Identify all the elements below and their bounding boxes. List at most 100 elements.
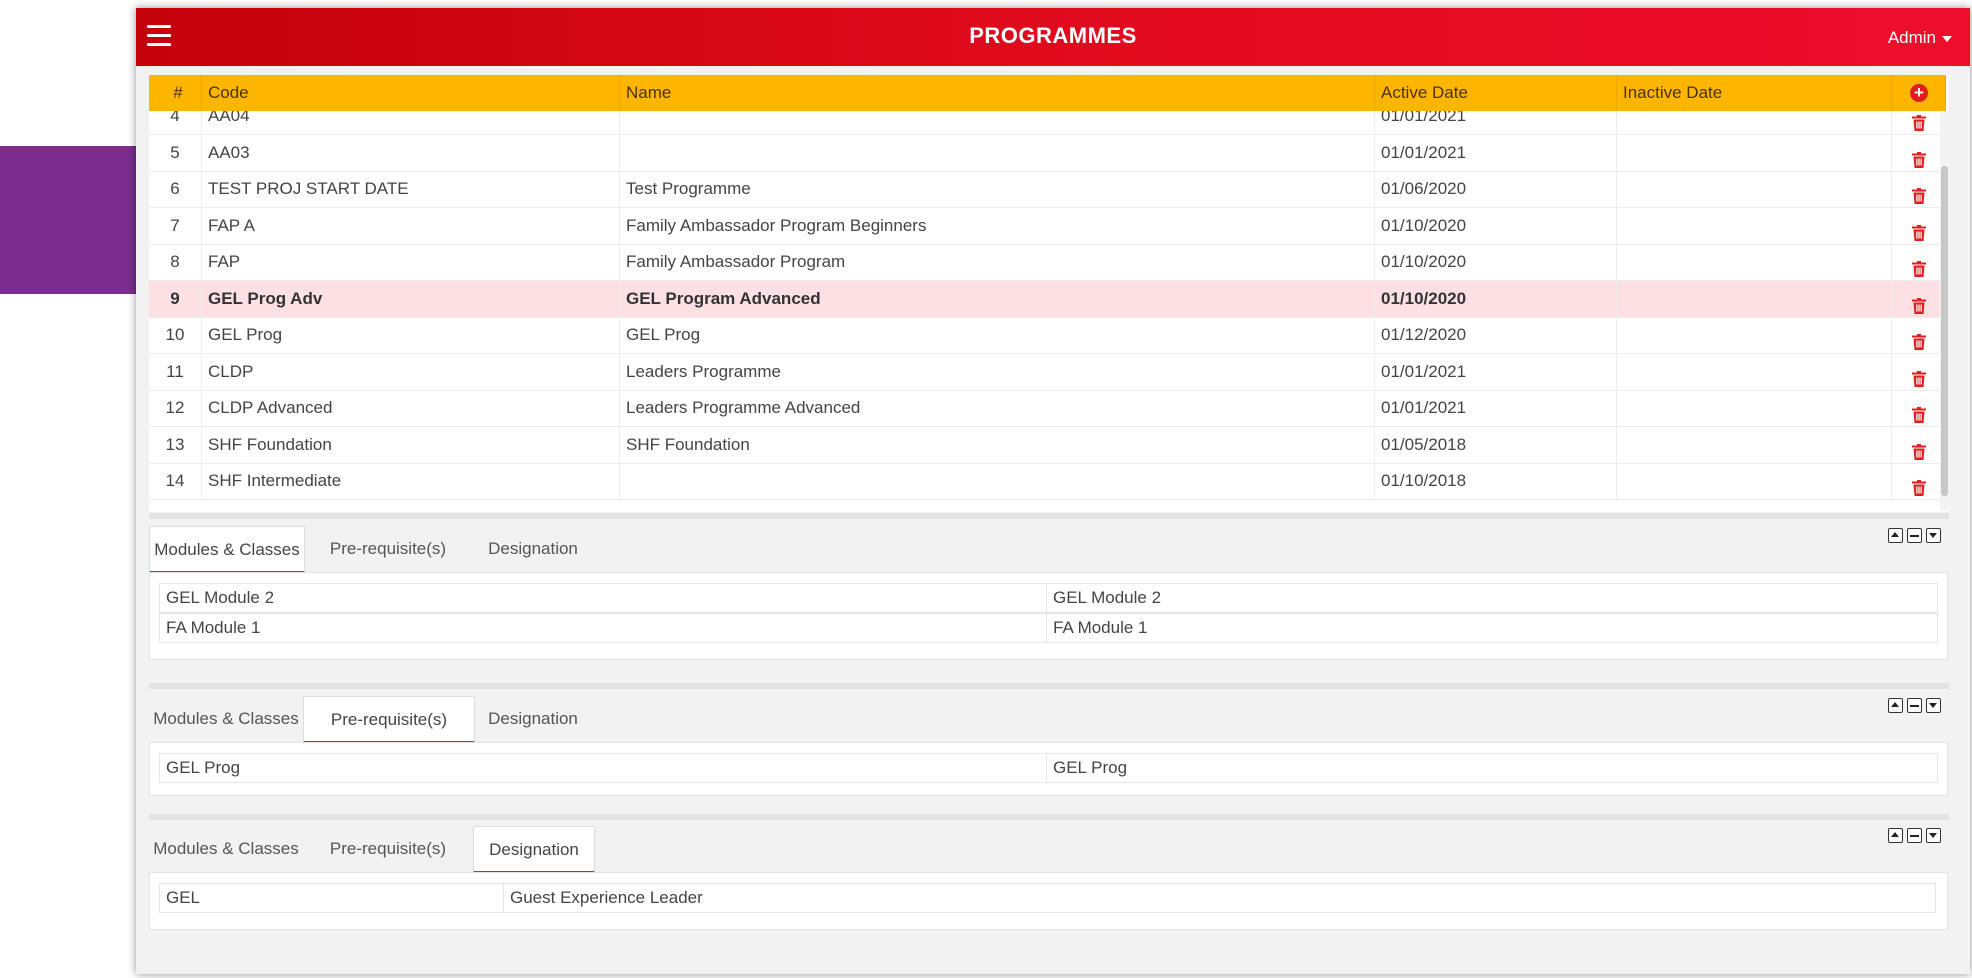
trash-icon[interactable] <box>1912 218 1926 241</box>
list-item[interactable]: FA Module 1 FA Module 1 <box>159 613 1938 643</box>
row-number-cell: 7 <box>149 207 202 244</box>
panel-controls <box>1884 698 1941 718</box>
grid-scrollbar[interactable] <box>1940 111 1949 511</box>
prerequisites-tab-content: GEL Prog GEL Prog <box>149 742 1948 796</box>
minimize-icon[interactable] <box>1907 698 1922 713</box>
move-up-icon[interactable] <box>1888 828 1903 843</box>
move-down-icon[interactable] <box>1926 528 1941 543</box>
list-item[interactable]: GEL Guest Experience Leader <box>159 883 1936 913</box>
name-cell: Family Ambassador Program Beginners <box>620 207 1375 244</box>
inactive-date-cell <box>1617 244 1892 280</box>
delete-cell <box>1892 281 1946 317</box>
row-number-cell: 4 <box>149 111 202 134</box>
tab-modules-classes[interactable]: Modules & Classes <box>149 526 305 573</box>
tab-prerequisites[interactable]: Pre-requisite(s) <box>303 696 475 743</box>
trash-icon[interactable] <box>1912 254 1926 277</box>
active-date-cell: 01/10/2020 <box>1375 244 1617 280</box>
name-cell: GEL Program Advanced <box>620 280 1375 317</box>
table-row[interactable]: 14 SHF Intermediate 01/10/2018 <box>149 463 1946 500</box>
code-cell: CLDP Advanced <box>202 390 620 426</box>
splitter[interactable] <box>149 814 1949 820</box>
user-menu[interactable]: Admin <box>1888 28 1952 48</box>
table-row[interactable]: 12 CLDP Advanced Leaders Programme Advance… <box>149 390 1946 427</box>
add-icon[interactable]: + <box>1910 84 1928 102</box>
active-date-cell: 01/12/2020 <box>1375 317 1617 353</box>
module-cell: GEL Module 2 <box>160 584 1047 612</box>
tab-modules-classes[interactable]: Modules & Classes <box>149 696 303 741</box>
move-up-icon[interactable] <box>1888 528 1903 543</box>
inactive-date-cell <box>1617 463 1892 499</box>
trash-icon[interactable] <box>1912 145 1926 168</box>
name-cell: Leaders Programme Advanced <box>620 390 1375 426</box>
column-header-number[interactable]: # <box>149 75 202 111</box>
inactive-date-cell <box>1617 207 1892 244</box>
table-row[interactable]: 7 FAP A Family Ambassador Program Beginner… <box>149 207 1946 245</box>
tab-prerequisites[interactable]: Pre-requisite(s) <box>303 826 473 871</box>
grid-header: # Code Name Active Date Inactive Date + <box>149 75 1946 111</box>
trash-icon[interactable] <box>1912 437 1926 460</box>
name-cell <box>620 463 1375 499</box>
inactive-date-cell <box>1617 111 1892 134</box>
tab-designation[interactable]: Designation <box>473 826 595 873</box>
list-item[interactable]: GEL Prog GEL Prog <box>159 753 1938 783</box>
module-cell: FA Module 1 <box>1053 618 1148 637</box>
table-row[interactable]: 4 AA04 01/01/2021 <box>149 111 1946 135</box>
trash-icon[interactable] <box>1912 473 1926 496</box>
move-up-icon[interactable] <box>1888 698 1903 713</box>
delete-cell <box>1892 135 1946 171</box>
column-header-name[interactable]: Name <box>620 75 1375 111</box>
programmes-grid: # Code Name Active Date Inactive Date + … <box>149 75 1949 512</box>
active-date-cell: 01/06/2020 <box>1375 171 1617 207</box>
prerequisite-cell: GEL Prog <box>1053 758 1128 777</box>
tab-prerequisites[interactable]: Pre-requisite(s) <box>303 526 473 571</box>
splitter[interactable] <box>149 683 1949 689</box>
code-cell: TEST PROJ START DATE <box>202 171 620 207</box>
tab-designation[interactable]: Designation <box>473 526 593 571</box>
table-row[interactable]: 6 TEST PROJ START DATE Test Programme 01/06… <box>149 171 1946 208</box>
tab-modules-classes[interactable]: Modules & Classes <box>149 826 303 871</box>
active-date-cell: 01/05/2018 <box>1375 426 1617 463</box>
code-cell: AA04 <box>202 111 620 134</box>
active-date-cell: 01/01/2021 <box>1375 353 1617 390</box>
grid-scrollbar-thumb[interactable] <box>1941 166 1948 496</box>
move-down-icon[interactable] <box>1926 698 1941 713</box>
table-row[interactable]: 11 CLDP Leaders Programme 01/01/2021 <box>149 353 1946 391</box>
side-accent-decoration <box>0 146 138 294</box>
module-cell: FA Module 1 <box>160 614 1047 642</box>
row-number-cell: 6 <box>149 171 202 207</box>
row-number-cell: 9 <box>149 280 202 317</box>
tab-designation[interactable]: Designation <box>473 696 593 741</box>
table-row[interactable]: 13 SHF Foundation SHF Foundation 01/05/2018 <box>149 426 1946 464</box>
trash-icon[interactable] <box>1912 364 1926 387</box>
designation-name-cell: Guest Experience Leader <box>510 888 703 907</box>
top-bar: PROGRAMMES Admin <box>136 8 1970 66</box>
code-cell: CLDP <box>202 353 620 390</box>
code-cell: GEL Prog Adv <box>202 280 620 317</box>
move-down-icon[interactable] <box>1926 828 1941 843</box>
table-row[interactable]: 8 FAP Family Ambassador Program 01/10/2020 <box>149 244 1946 281</box>
trash-icon[interactable] <box>1912 181 1926 204</box>
row-number-cell: 12 <box>149 390 202 426</box>
code-cell: FAP <box>202 244 620 280</box>
table-row[interactable]: 5 AA03 01/01/2021 <box>149 134 1946 172</box>
trash-icon[interactable] <box>1912 111 1926 131</box>
table-row[interactable]: 10 GEL Prog GEL Prog 01/12/2020 <box>149 317 1946 354</box>
name-cell <box>620 134 1375 171</box>
delete-cell <box>1892 317 1946 353</box>
delete-cell <box>1892 463 1946 499</box>
column-header-active-date[interactable]: Active Date <box>1375 75 1617 111</box>
splitter[interactable] <box>149 513 1949 519</box>
list-item[interactable]: GEL Module 2 GEL Module 2 <box>159 583 1938 613</box>
trash-icon[interactable] <box>1912 291 1926 314</box>
delete-cell <box>1892 244 1946 280</box>
delete-cell <box>1892 208 1946 244</box>
minimize-icon[interactable] <box>1907 828 1922 843</box>
column-header-code[interactable]: Code <box>202 75 620 111</box>
trash-icon[interactable] <box>1912 327 1926 350</box>
minimize-icon[interactable] <box>1907 528 1922 543</box>
trash-icon[interactable] <box>1912 400 1926 423</box>
column-header-inactive-date[interactable]: Inactive Date <box>1617 75 1892 111</box>
panel-controls <box>1884 828 1941 848</box>
table-row[interactable]: 9 GEL Prog Adv GEL Program Advanced 01/10/2… <box>149 280 1946 318</box>
designation-code-cell: GEL <box>160 884 504 912</box>
